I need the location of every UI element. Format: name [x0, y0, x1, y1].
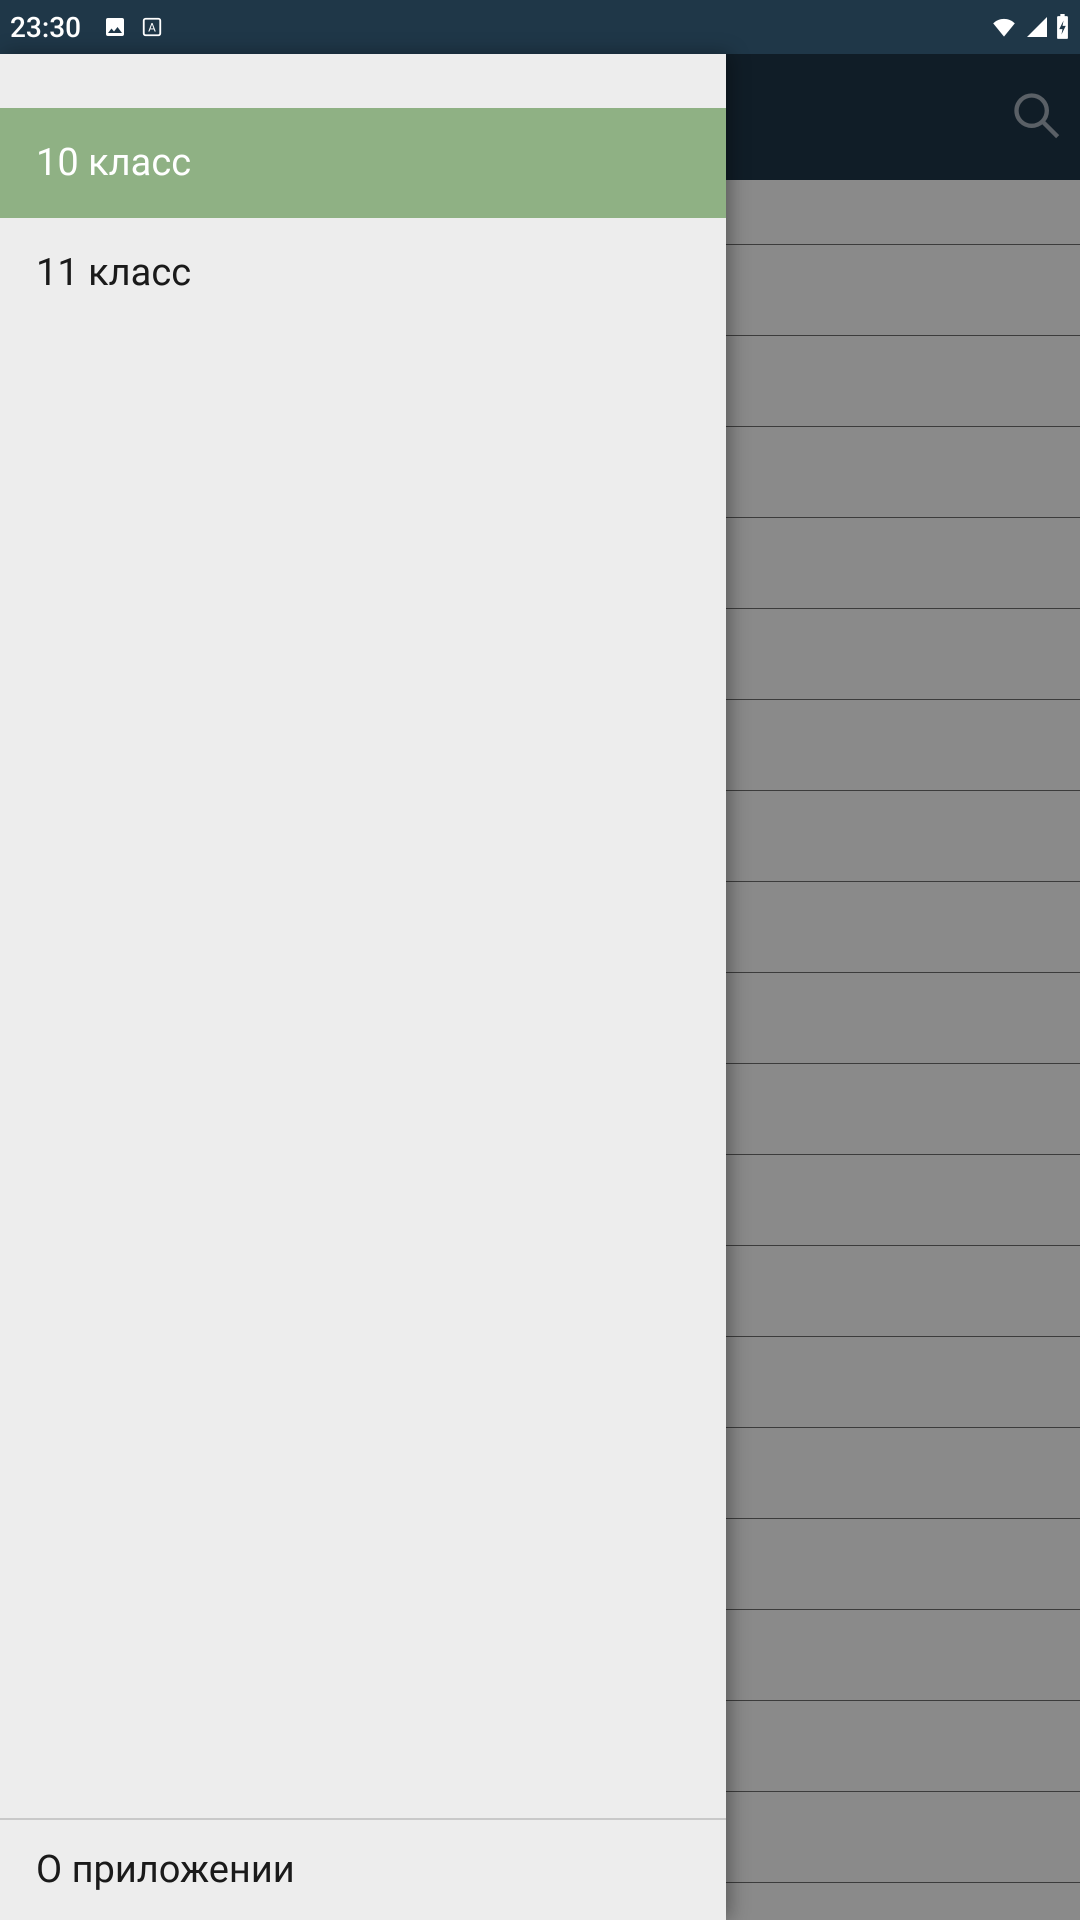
- drawer-item-class-10[interactable]: 10 класс: [0, 108, 726, 218]
- drawer-item-label: О приложении: [36, 1848, 295, 1892]
- wifi-icon: [989, 15, 1019, 39]
- cellular-icon: [1025, 15, 1049, 39]
- drawer-item-label: 11 класс: [36, 251, 191, 295]
- status-clock: 23:30: [10, 11, 81, 44]
- svg-text:A: A: [148, 21, 156, 35]
- battery-charging-icon: [1055, 14, 1070, 40]
- drawer-item-class-11[interactable]: 11 класс: [0, 218, 726, 328]
- language-icon: A: [141, 16, 163, 38]
- drawer-item-label: 10 класс: [36, 141, 191, 185]
- status-bar: 23:30 A: [0, 0, 1080, 54]
- image-icon: [103, 15, 127, 39]
- drawer-item-about[interactable]: О приложении: [0, 1820, 726, 1920]
- navigation-drawer: 10 класс 11 класс О приложении: [0, 54, 726, 1920]
